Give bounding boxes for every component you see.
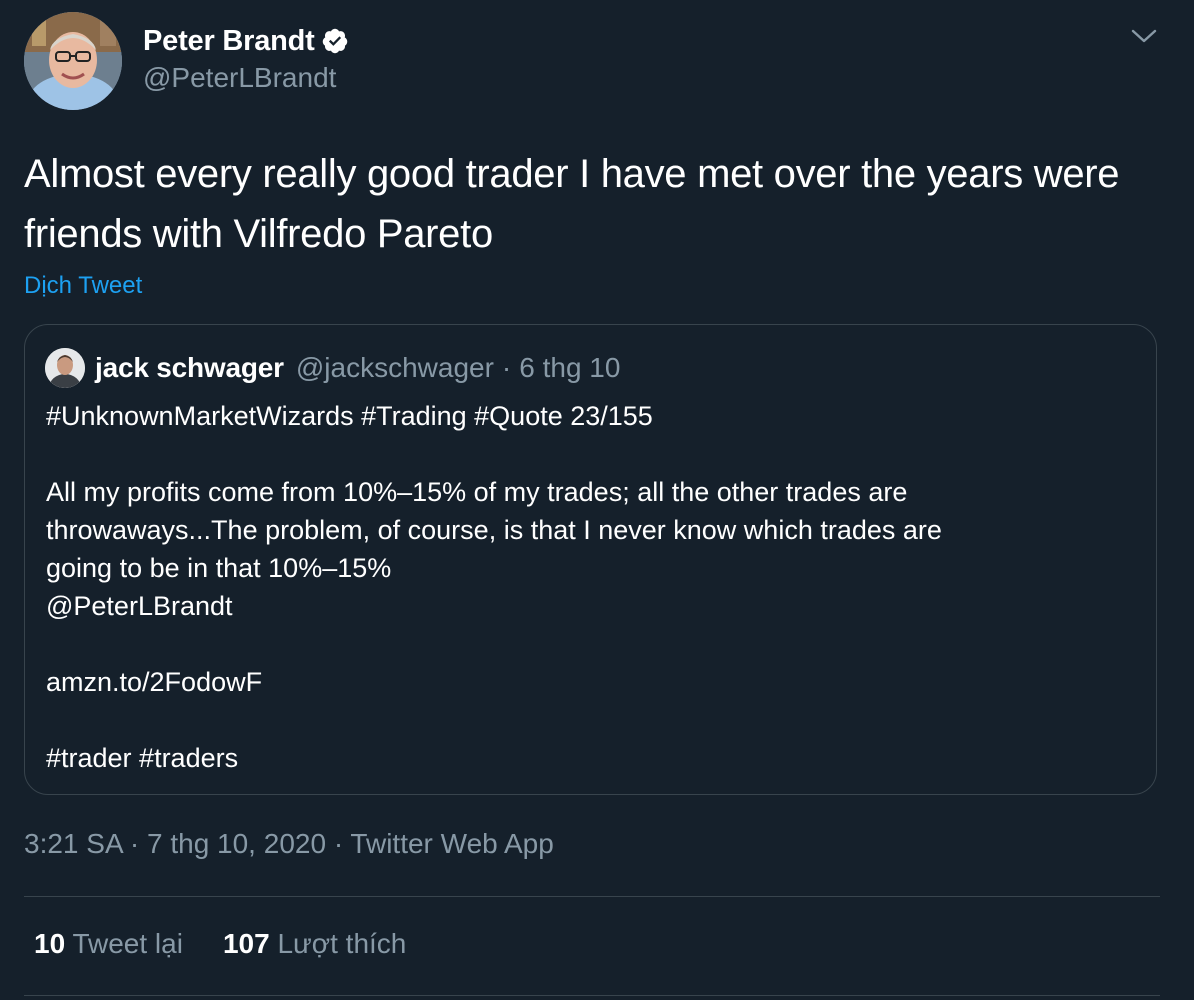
verified-badge-icon bbox=[321, 27, 349, 55]
line-break bbox=[46, 701, 1136, 739]
author-name-row: Peter Brandt bbox=[143, 22, 349, 60]
quoted-date: 6 thg 10 bbox=[519, 352, 621, 383]
quoted-author-name: jack schwager bbox=[95, 352, 284, 383]
quoted-author-avatar bbox=[45, 348, 85, 388]
author-handle[interactable]: @PeterLBrandt bbox=[143, 62, 349, 94]
quoted-tweet-header: jack schwager @jackschwager · 6 thg 10 bbox=[45, 347, 620, 389]
quoted-link: amzn.to/2FodowF bbox=[46, 667, 263, 697]
author-block: Peter Brandt @PeterLBrandt bbox=[143, 22, 349, 94]
tweet-date[interactable]: 7 thg 10, 2020 bbox=[147, 828, 326, 859]
quoted-separator: · bbox=[501, 352, 512, 383]
likes-stat[interactable]: 107 Lượt thích bbox=[223, 928, 406, 960]
quoted-author-handle: @jackschwager bbox=[295, 352, 494, 383]
translate-tweet-link[interactable]: Dịch Tweet bbox=[24, 272, 142, 300]
chevron-down-icon[interactable] bbox=[1128, 22, 1160, 50]
line-break bbox=[46, 625, 1136, 663]
quoted-tweet-body: #UnknownMarketWizards #Trading #Quote 23… bbox=[46, 397, 1136, 777]
likes-label: Lượt thích bbox=[277, 928, 407, 959]
quoted-hashtags-top: #UnknownMarketWizards #Trading #Quote 23… bbox=[46, 401, 653, 431]
quoted-text-line-1: All my profits come from 10%–15% of my t… bbox=[46, 477, 908, 507]
quoted-tweet-card[interactable]: jack schwager @jackschwager · 6 thg 10 #… bbox=[24, 324, 1157, 795]
quoted-text-line-3: going to be in that 10%–15% bbox=[46, 553, 392, 583]
divider bbox=[24, 896, 1160, 897]
retweets-label: Tweet lại bbox=[72, 928, 183, 959]
meta-separator: · bbox=[333, 828, 344, 859]
author-avatar[interactable] bbox=[24, 12, 122, 110]
tweet-time[interactable]: 3:21 SA bbox=[24, 828, 122, 859]
line-break bbox=[46, 435, 1136, 473]
tweet-text: Almost every really good trader I have m… bbox=[24, 152, 1120, 256]
retweets-stat[interactable]: 10 Tweet lại bbox=[34, 928, 183, 960]
quoted-hashtags-bottom: #trader #traders bbox=[46, 743, 239, 773]
tweet-stats: 10 Tweet lại 107 Lượt thích bbox=[34, 928, 446, 960]
author-name[interactable]: Peter Brandt bbox=[143, 25, 315, 58]
quoted-text-line-2: throwaways...The problem, of course, is … bbox=[46, 515, 942, 545]
meta-separator: · bbox=[129, 828, 140, 859]
quoted-mention: @PeterLBrandt bbox=[46, 591, 233, 621]
author-avatar-image bbox=[24, 12, 122, 110]
tweet-meta: 3:21 SA · 7 thg 10, 2020 · Twitter Web A… bbox=[24, 828, 554, 860]
tweet-source[interactable]: Twitter Web App bbox=[350, 828, 553, 859]
likes-count: 107 bbox=[222, 928, 270, 959]
divider bbox=[24, 995, 1160, 996]
retweets-count: 10 bbox=[34, 928, 66, 959]
tweet-detail: Peter Brandt @PeterLBrandt Almost every … bbox=[0, 0, 1194, 1000]
